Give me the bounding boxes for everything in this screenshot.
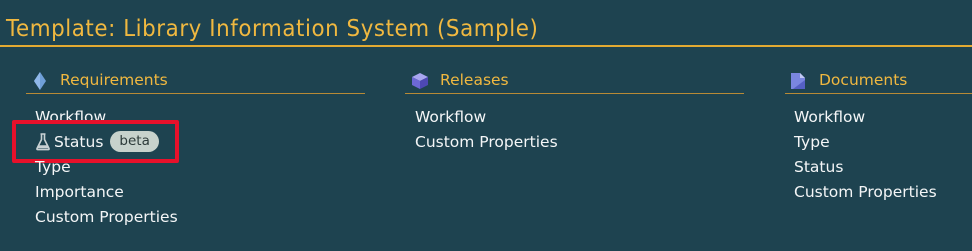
title-divider [0,45,972,47]
documents-item-status[interactable]: Status [794,157,843,177]
releases-section: Releases [405,67,744,94]
diamond-icon [30,71,50,91]
documents-title[interactable]: Documents [819,71,907,89]
releases-header[interactable]: Releases [405,67,744,94]
requirements-item-type[interactable]: Type [35,157,71,177]
documents-item-workflow[interactable]: Workflow [794,107,865,127]
documents-section: Documents [785,67,972,94]
documents-item-custom-properties[interactable]: Custom Properties [794,182,937,202]
page-title: Template: Library Information System (Sa… [6,16,539,42]
requirements-item-custom-properties[interactable]: Custom Properties [35,207,178,227]
cube-icon [410,71,430,91]
releases-item-workflow[interactable]: Workflow [415,107,486,127]
requirements-item-importance[interactable]: Importance [35,182,124,202]
document-icon [788,71,808,91]
requirements-title[interactable]: Requirements [60,71,168,89]
documents-header[interactable]: Documents [785,67,972,94]
requirements-section: Requirements [26,67,365,94]
documents-item-type[interactable]: Type [794,132,830,152]
releases-item-custom-properties[interactable]: Custom Properties [415,132,558,152]
releases-title[interactable]: Releases [440,71,509,89]
requirements-header[interactable]: Requirements [26,67,365,94]
